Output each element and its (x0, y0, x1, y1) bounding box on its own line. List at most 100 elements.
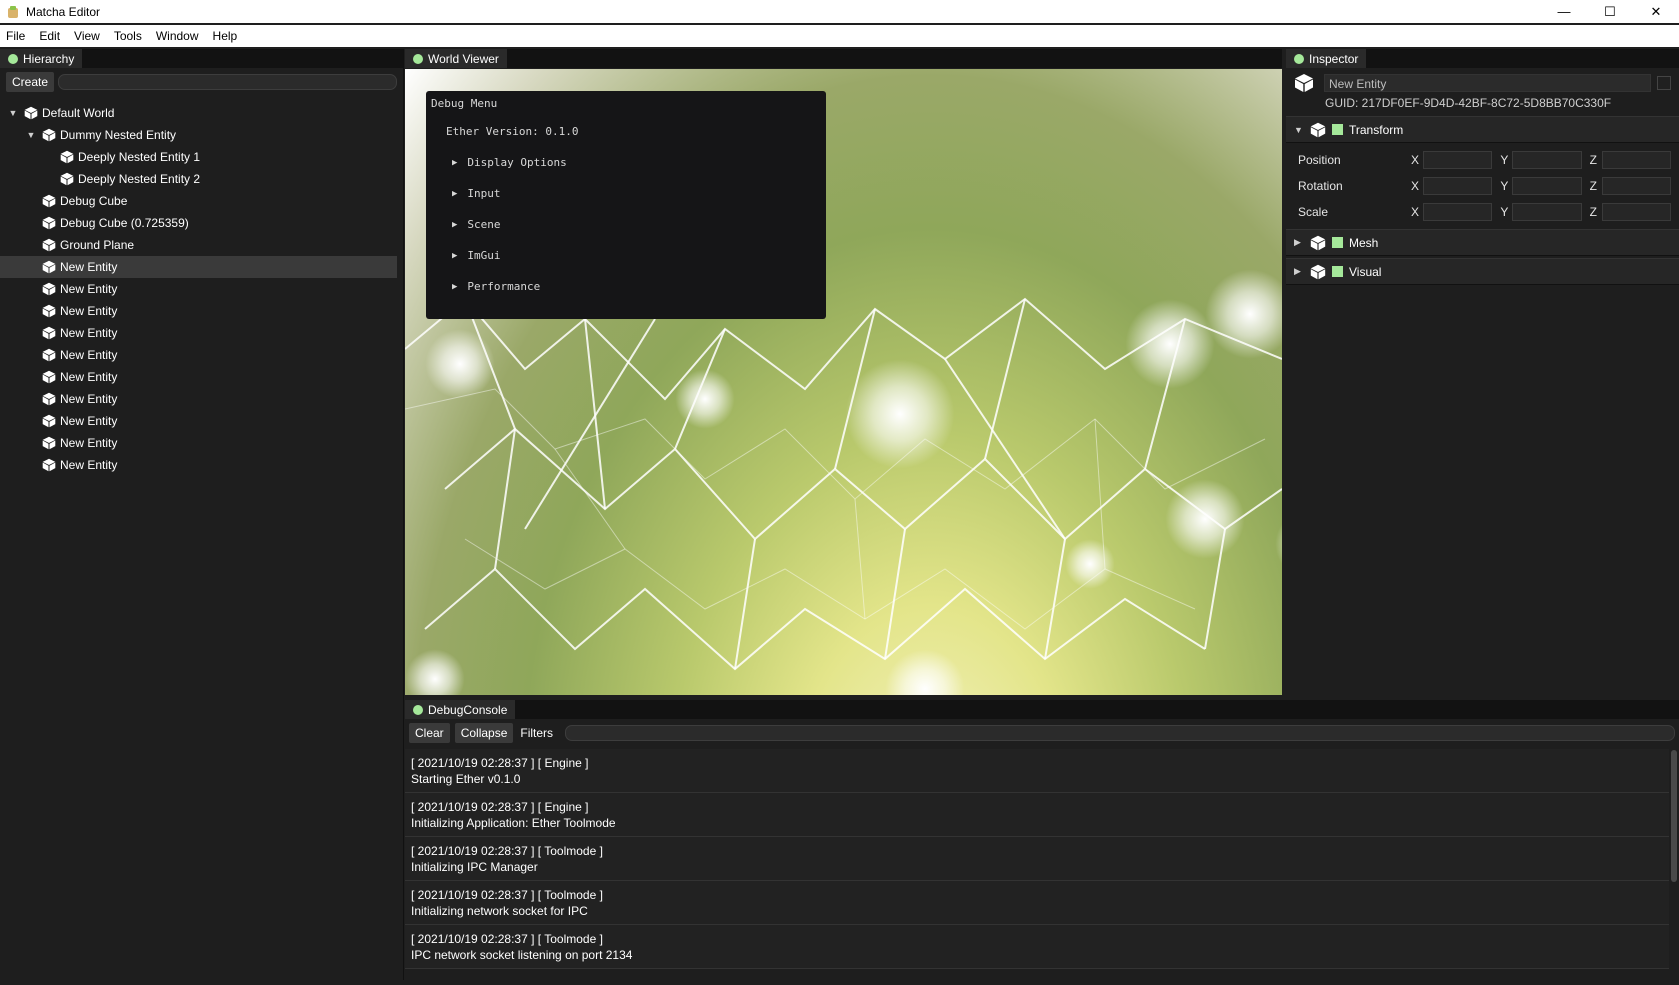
tab-hierarchy[interactable]: Hierarchy (0, 49, 83, 68)
component-mesh-header[interactable]: ▶ Mesh (1286, 229, 1679, 256)
tab-inspector[interactable]: Inspector (1286, 49, 1367, 68)
component-visual-header[interactable]: ▶ Visual (1286, 258, 1679, 285)
tree-item[interactable]: Deeply Nested Entity 2 (0, 168, 403, 190)
entity-cube-icon (42, 128, 56, 142)
component-enabled-checkbox[interactable] (1332, 266, 1343, 277)
log-entry[interactable]: [ 2021/10/19 02:28:37 ] [ Engine ] Initia… (405, 793, 1669, 837)
tree-item[interactable]: Debug Cube (0, 190, 403, 212)
app-icon (8, 5, 18, 18)
expand-triangle-icon: ▶ (1294, 266, 1301, 276)
tab-world-viewer[interactable]: World Viewer (405, 49, 507, 68)
position-y-field[interactable] (1512, 151, 1582, 169)
debug-menu-window[interactable]: Debug Menu Ether Version: 0.1.0 ▶ Displa… (426, 91, 826, 319)
tree-item-label: Deeply Nested Entity 2 (78, 172, 201, 186)
menu-tools[interactable]: Tools (114, 29, 142, 43)
collapse-button[interactable]: Collapse (454, 723, 514, 743)
tree-item[interactable]: New Entity (0, 388, 403, 410)
tree-item[interactable]: ▼ Default World (0, 102, 403, 124)
component-enabled-checkbox[interactable] (1332, 237, 1343, 248)
log-entry[interactable]: [ 2021/10/19 02:28:37 ] [ Toolmode ] Init… (405, 837, 1669, 881)
log-entry[interactable]: [ 2021/10/19 02:28:37 ] [ Toolmode ] IPC … (405, 925, 1669, 969)
entity-cube-icon (42, 392, 56, 406)
menu-window[interactable]: Window (156, 29, 199, 43)
tree-item-label: New Entity (60, 260, 118, 274)
light-glow (425, 329, 495, 399)
tree-item[interactable]: New Entity (0, 410, 403, 432)
menu-file[interactable]: File (6, 29, 25, 43)
tree-item[interactable]: Debug Cube (0.725359) (0, 212, 403, 234)
rotation-z-field[interactable] (1601, 177, 1671, 195)
debug-menu-item-performance[interactable]: ▶ Performance (426, 280, 826, 293)
log-entry-message: IPC network socket listening on port 213… (411, 948, 633, 962)
rotation-x-field[interactable] (1422, 177, 1493, 195)
create-button[interactable]: Create (6, 72, 55, 92)
log-entry[interactable]: [ 2021/10/19 02:28:37 ] [ Engine ] Starti… (405, 749, 1669, 793)
menu-help[interactable]: Help (213, 29, 238, 43)
expand-triangle-icon: ▶ (452, 281, 458, 292)
minimize-button[interactable]: — (1541, 0, 1587, 23)
entity-cube-icon (42, 414, 56, 428)
entity-cube-icon (42, 370, 56, 384)
tree-item[interactable]: Ground Plane (0, 234, 403, 256)
console-search-input[interactable] (565, 725, 1675, 741)
console-scrollbar[interactable] (1671, 750, 1677, 882)
component-enabled-checkbox[interactable] (1332, 124, 1343, 135)
debug-menu-item-scene[interactable]: ▶ Scene (426, 218, 826, 231)
tree-expand-arrow-icon[interactable]: ▼ (26, 130, 36, 140)
debug-menu-item-display-options[interactable]: ▶ Display Options (426, 156, 826, 169)
hierarchy-tabbar: Hierarchy (0, 49, 403, 68)
tree-item[interactable]: ▼ Dummy Nested Entity (0, 124, 403, 146)
entity-name-field[interactable]: New Entity (1324, 74, 1651, 92)
rotation-y-field[interactable] (1512, 177, 1582, 195)
axis-z-label: Z (1589, 205, 1597, 219)
log-entry-meta: [ 2021/10/19 02:28:37 ] [ Toolmode ] (411, 844, 603, 858)
tree-item[interactable]: New Entity (0, 278, 403, 300)
log-entry-message: Starting Ether v0.1.0 (411, 772, 521, 786)
entity-enabled-checkbox[interactable] (1657, 76, 1671, 90)
console-tabbar: DebugConsole (405, 700, 1679, 719)
tree-item-label: New Entity (60, 370, 118, 384)
component-label: Visual (1349, 264, 1382, 279)
tab-debug-console[interactable]: DebugConsole (405, 700, 516, 719)
scale-x-field[interactable] (1422, 203, 1493, 221)
tree-expand-arrow-icon[interactable]: ▼ (8, 108, 18, 118)
rotation-row: Rotation X Y Z (1286, 173, 1679, 199)
filters-button[interactable]: Filters (518, 723, 555, 743)
debug-menu-item-label: Performance (467, 280, 541, 293)
menu-view[interactable]: View (74, 29, 100, 43)
log-entry[interactable]: [ 2021/10/19 02:28:37 ] [ Toolmode ] Init… (405, 881, 1669, 925)
maximize-button[interactable]: ☐ (1587, 0, 1633, 23)
tree-item[interactable]: New Entity (0, 432, 403, 454)
scale-label: Scale (1298, 205, 1329, 219)
inspector-header: New Entity (1286, 68, 1679, 98)
entity-cube-icon (42, 260, 56, 274)
entity-cube-icon (42, 326, 56, 340)
log-entry-meta: [ 2021/10/19 02:28:37 ] [ Toolmode ] (411, 932, 603, 946)
tree-item[interactable]: New Entity (0, 300, 403, 322)
world-viewport[interactable]: Debug Menu Ether Version: 0.1.0 ▶ Displa… (405, 69, 1282, 695)
tree-item[interactable]: New Entity (0, 454, 403, 476)
debug-menu-item-imgui[interactable]: ▶ ImGui (426, 249, 826, 262)
tab-dot-icon (1294, 53, 1304, 64)
hierarchy-search-input[interactable] (58, 74, 397, 90)
tree-item[interactable]: New Entity (0, 366, 403, 388)
menu-edit[interactable]: Edit (39, 29, 60, 43)
debug-menu-item-label: Scene (467, 218, 501, 231)
rotation-label: Rotation (1298, 179, 1343, 193)
tab-label: Inspector (1309, 51, 1359, 66)
axis-z-label: Z (1589, 179, 1597, 193)
tree-item[interactable]: New Entity (0, 322, 403, 344)
clear-button[interactable]: Clear (409, 723, 450, 743)
position-z-field[interactable] (1601, 151, 1671, 169)
component-transform-header[interactable]: ▼ Transform (1286, 116, 1679, 143)
scale-z-field[interactable] (1601, 203, 1671, 221)
entity-cube-icon (42, 304, 56, 318)
position-x-field[interactable] (1422, 151, 1493, 169)
tree-item[interactable]: New Entity (0, 344, 403, 366)
tree-item[interactable]: Deeply Nested Entity 1 (0, 146, 403, 168)
inspector-panel: Inspector New Entity GUID: 217DF0EF-9D4D… (1286, 49, 1679, 695)
debug-menu-item-input[interactable]: ▶ Input (426, 187, 826, 200)
tree-item[interactable]: New Entity (0, 256, 397, 278)
close-button[interactable]: ✕ (1633, 0, 1679, 23)
scale-y-field[interactable] (1512, 203, 1582, 221)
